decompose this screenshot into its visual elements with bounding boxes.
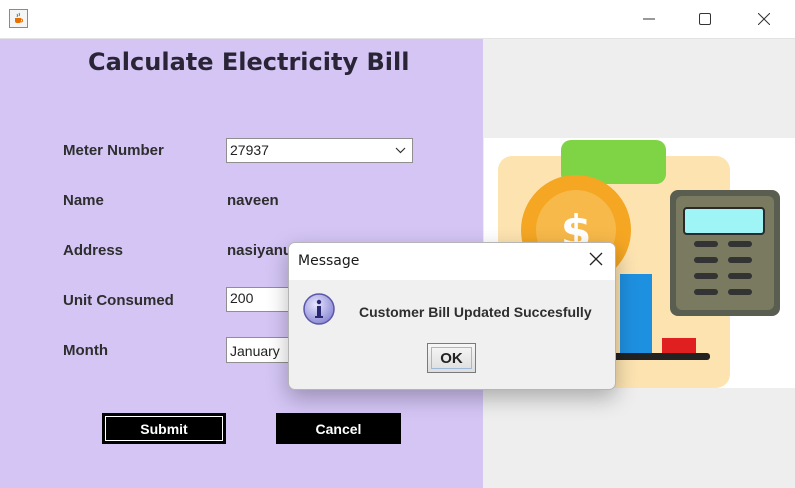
unit-consumed-label: Unit Consumed [63,292,174,309]
message-dialog: Message Customer Bill Updated Succesfull… [288,242,616,390]
meter-number-select[interactable]: 27937 [226,138,413,163]
cancel-button[interactable]: Cancel [276,413,401,444]
maximize-button[interactable] [682,0,728,38]
close-icon[interactable] [589,252,603,266]
dialog-body: Customer Bill Updated Succesfully OK [289,280,615,389]
address-value: nasiyanu [227,242,293,259]
name-value: naveen [227,192,279,209]
ok-button[interactable]: OK [427,343,476,373]
chevron-down-icon [395,147,406,154]
minimize-button[interactable] [626,0,672,38]
minimize-icon [643,18,655,20]
unit-consumed-input[interactable]: 200 [226,287,296,312]
page-title: Calculate Electricity Bill [88,48,410,76]
submit-button[interactable]: Submit [102,413,226,444]
name-label: Name [63,192,104,209]
dialog-title-bar: Message [289,243,615,280]
title-bar [0,0,795,39]
meter-number-label: Meter Number [63,142,164,159]
address-label: Address [63,242,124,259]
month-label: Month [63,342,108,359]
java-cup-icon[interactable] [9,9,28,28]
meter-number-value: 27937 [230,142,269,158]
dialog-message: Customer Bill Updated Succesfully [359,304,592,320]
info-icon [303,293,335,325]
close-icon [758,13,770,25]
month-select[interactable]: January [226,337,296,363]
dialog-title: Message [298,253,360,269]
cancel-button-label: Cancel [315,420,362,437]
close-button[interactable] [741,0,787,38]
month-value: January [230,343,280,359]
maximize-icon [699,13,711,25]
